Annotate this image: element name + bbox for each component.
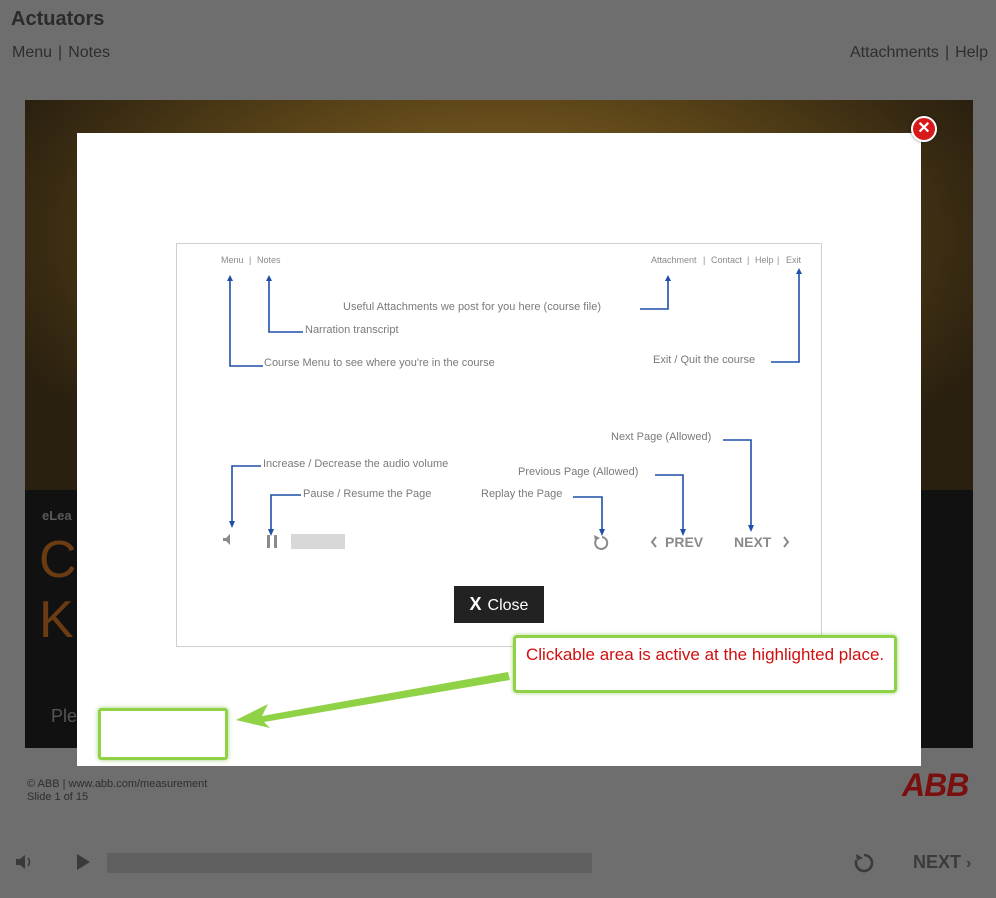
- callout-text: Clickable area is active at the highligh…: [526, 645, 885, 664]
- clickable-area-highlight[interactable]: [98, 708, 228, 760]
- callout-arrow: [236, 672, 510, 728]
